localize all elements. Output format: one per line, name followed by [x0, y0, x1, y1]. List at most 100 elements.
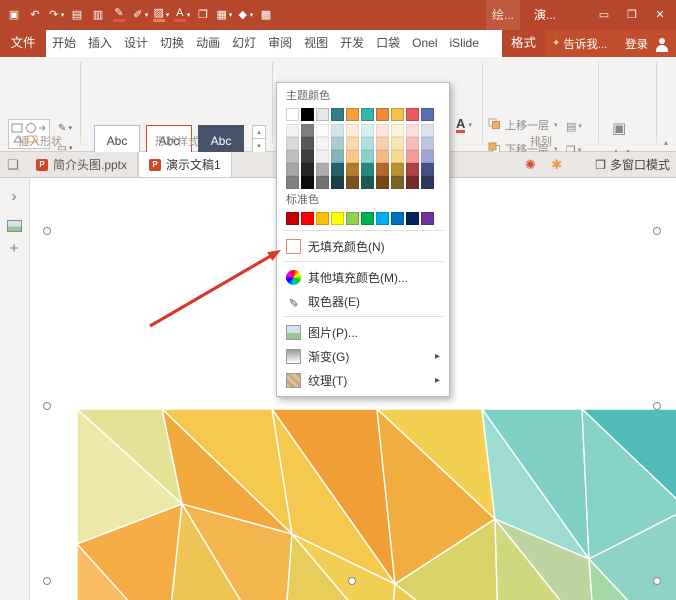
qat-icon[interactable]: ▩ [256, 3, 276, 27]
theme-color-variant-swatch[interactable] [421, 124, 434, 137]
resize-handle[interactable] [43, 577, 51, 585]
theme-color-variant-swatch[interactable] [421, 137, 434, 150]
theme-color-variant-swatch[interactable] [361, 150, 374, 163]
theme-color-swatch[interactable] [301, 108, 314, 121]
standard-color-swatch[interactable] [361, 212, 374, 225]
document-tab[interactable]: P演示文稿1 [138, 152, 232, 177]
theme-color-swatch[interactable] [316, 108, 329, 121]
ribbon-tab-审阅[interactable]: 审阅 [262, 30, 298, 57]
theme-color-variant-swatch[interactable] [346, 176, 359, 189]
qat-icon[interactable]: ❐ [193, 3, 213, 27]
collapse-ribbon-button[interactable]: ▴ [664, 138, 668, 147]
ribbon-tab-动画[interactable]: 动画 [190, 30, 226, 57]
theme-color-variant-swatch[interactable] [301, 137, 314, 150]
fill-menu-item[interactable]: 图片(P)... [277, 320, 449, 344]
ribbon-tab-Onel[interactable]: Onel [406, 30, 443, 57]
theme-color-variant-swatch[interactable] [406, 137, 419, 150]
resize-handle[interactable] [653, 402, 661, 410]
qat-icon[interactable]: ▣ [4, 3, 24, 27]
fill-menu-item[interactable]: 纹理(T)▸ [277, 368, 449, 392]
theme-color-variant-swatch[interactable] [346, 137, 359, 150]
file-tab[interactable]: 文件 [0, 30, 46, 57]
qat-icon[interactable]: ✐▾ [130, 3, 150, 27]
resize-handle[interactable] [43, 227, 51, 235]
ribbon-tab-切换[interactable]: 切换 [154, 30, 190, 57]
theme-color-variant-swatch[interactable] [361, 124, 374, 137]
sign-in-button[interactable]: 登录 [625, 36, 648, 52]
align-button[interactable]: ▤ ▾ [566, 120, 582, 133]
window-list-icon[interactable]: ❏ [7, 157, 19, 173]
standard-color-swatch[interactable] [391, 212, 404, 225]
resize-handle[interactable] [348, 577, 356, 585]
settings-gear-icon[interactable]: ✱ [551, 157, 562, 173]
theme-color-variant-swatch[interactable] [406, 150, 419, 163]
ribbon-tab-iSlide[interactable]: iSlide [444, 30, 485, 57]
theme-color-variant-swatch[interactable] [286, 176, 299, 189]
ribbon-display-button[interactable]: ▭ [590, 0, 618, 30]
new-slide-button[interactable]: + [0, 240, 28, 257]
qat-icon[interactable]: A▾ [172, 3, 192, 27]
resize-handle[interactable] [43, 402, 51, 410]
theme-color-variant-swatch[interactable] [316, 163, 329, 176]
theme-color-variant-swatch[interactable] [301, 124, 314, 137]
selected-picture[interactable] [77, 409, 676, 600]
theme-color-variant-swatch[interactable] [301, 176, 314, 189]
theme-color-variant-swatch[interactable] [406, 163, 419, 176]
theme-color-variant-swatch[interactable] [391, 137, 404, 150]
fill-menu-item[interactable]: 渐变(G)▸ [277, 344, 449, 368]
theme-color-variant-swatch[interactable] [286, 150, 299, 163]
ribbon-tab-插入[interactable]: 插入 [82, 30, 118, 57]
theme-color-variant-swatch[interactable] [406, 124, 419, 137]
resize-handle[interactable] [653, 577, 661, 585]
theme-color-variant-swatch[interactable] [316, 124, 329, 137]
standard-color-swatch[interactable] [346, 212, 359, 225]
theme-color-variant-swatch[interactable] [286, 137, 299, 150]
fill-menu-item[interactable]: 其他填充颜色(M)... [277, 265, 449, 289]
standard-color-swatch[interactable] [421, 212, 434, 225]
theme-color-swatch[interactable] [421, 108, 434, 121]
qat-icon[interactable]: ↶ [25, 3, 45, 27]
standard-color-swatch[interactable] [406, 212, 419, 225]
theme-color-variant-swatch[interactable] [331, 163, 344, 176]
theme-color-variant-swatch[interactable] [301, 150, 314, 163]
fill-menu-item[interactable]: 无填充颜色(N) [277, 234, 449, 258]
qat-icon[interactable]: ↷▾ [46, 3, 66, 27]
fill-menu-item[interactable]: ✎取色器(E) [277, 289, 449, 313]
theme-color-variant-swatch[interactable] [376, 176, 389, 189]
theme-color-swatch[interactable] [286, 108, 299, 121]
theme-color-variant-swatch[interactable] [286, 124, 299, 137]
theme-color-variant-swatch[interactable] [391, 124, 404, 137]
theme-color-variant-swatch[interactable] [391, 176, 404, 189]
theme-color-variant-swatch[interactable] [421, 176, 434, 189]
theme-color-variant-swatch[interactable] [316, 137, 329, 150]
theme-color-swatch[interactable] [331, 108, 344, 121]
theme-color-variant-swatch[interactable] [376, 124, 389, 137]
theme-color-variant-swatch[interactable] [421, 163, 434, 176]
theme-color-variant-swatch[interactable] [391, 150, 404, 163]
theme-color-variant-swatch[interactable] [331, 176, 344, 189]
theme-color-variant-swatch[interactable] [391, 163, 404, 176]
document-tab[interactable]: P简介头图.pptx [26, 152, 138, 177]
theme-color-variant-swatch[interactable] [361, 176, 374, 189]
theme-color-variant-swatch[interactable] [376, 150, 389, 163]
restore-window-button[interactable]: ❐ [618, 0, 646, 30]
qat-icon[interactable]: ▥ [88, 3, 108, 27]
theme-color-variant-swatch[interactable] [331, 137, 344, 150]
theme-color-variant-swatch[interactable] [346, 124, 359, 137]
standard-color-swatch[interactable] [301, 212, 314, 225]
theme-color-variant-swatch[interactable] [406, 176, 419, 189]
theme-color-swatch[interactable] [376, 108, 389, 121]
ribbon-tab-口袋[interactable]: 口袋 [370, 30, 406, 57]
ribbon-tab-设计[interactable]: 设计 [118, 30, 154, 57]
arrange-item-0[interactable]: 上移一层▾ [488, 115, 558, 135]
ribbon-tab-视图[interactable]: 视图 [298, 30, 334, 57]
theme-color-variant-swatch[interactable] [361, 163, 374, 176]
theme-color-variant-swatch[interactable] [376, 137, 389, 150]
standard-color-swatch[interactable] [316, 212, 329, 225]
theme-color-variant-swatch[interactable] [346, 163, 359, 176]
qat-icon[interactable]: ▦▾ [214, 3, 234, 27]
theme-color-variant-swatch[interactable] [316, 150, 329, 163]
qat-icon[interactable]: ▤ [67, 3, 87, 27]
theme-color-swatch[interactable] [406, 108, 419, 121]
theme-color-variant-swatch[interactable] [421, 150, 434, 163]
